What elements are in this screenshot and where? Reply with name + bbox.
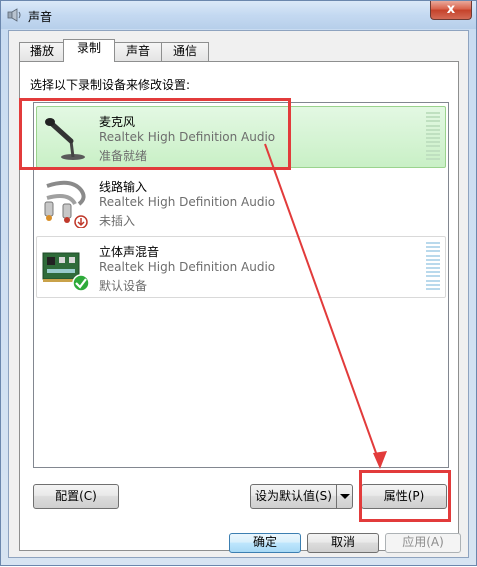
level-meter — [426, 242, 440, 290]
device-name: 线路输入 — [99, 180, 148, 194]
tab-recording[interactable]: 录制 — [63, 39, 115, 62]
sound-card-icon — [42, 252, 90, 292]
configure-button[interactable]: 配置(C) — [33, 484, 119, 509]
close-button[interactable]: x — [430, 1, 472, 20]
device-name: 麦克风 — [99, 115, 136, 129]
recording-tab-pane: 选择以下录制设备来修改设置: 麦克风 Realtek High Definiti… — [19, 61, 459, 551]
device-status: 未插入 — [99, 214, 136, 228]
window-title: 声音 — [28, 10, 53, 24]
device-item-stereo-mix[interactable]: 立体声混音 Realtek High Definition Audio 默认设备 — [36, 236, 446, 298]
recording-device-list[interactable]: 麦克风 Realtek High Definition Audio 准备就绪 线… — [33, 102, 449, 468]
dialog-content: 播放 录制 声音 通信 选择以下录制设备来修改设置: 麦克风 Realtek H… — [8, 30, 469, 558]
device-name: 立体声混音 — [99, 245, 160, 259]
chevron-down-icon[interactable] — [336, 485, 352, 508]
sound-dialog-window: 声音 x 播放 录制 声音 通信 选择以下录制设备来修改设置: 麦克风 Real… — [0, 0, 477, 566]
tab-label: 声音 — [125, 44, 150, 58]
button-label: 应用(A) — [402, 535, 444, 549]
apply-button[interactable]: 应用(A) — [385, 533, 461, 553]
device-driver: Realtek High Definition Audio — [99, 260, 276, 274]
device-item-line-in[interactable]: 线路输入 Realtek High Definition Audio 未插入 — [36, 171, 446, 233]
device-status: 准备就绪 — [99, 149, 148, 163]
tab-label: 通信 — [172, 44, 197, 58]
device-driver: Realtek High Definition Audio — [99, 195, 276, 209]
device-item-microphone[interactable]: 麦克风 Realtek High Definition Audio 准备就绪 — [36, 106, 446, 168]
close-icon: x — [446, 2, 456, 17]
tab-label: 录制 — [76, 41, 101, 55]
device-driver: Realtek High Definition Audio — [99, 130, 276, 144]
title-bar[interactable]: 声音 x — [1, 1, 476, 29]
cancel-button[interactable]: 取消 — [307, 533, 379, 553]
instruction-text: 选择以下录制设备来修改设置: — [30, 78, 191, 92]
button-label: 属性(P) — [383, 489, 425, 503]
ok-button[interactable]: 确定 — [229, 533, 301, 553]
speaker-icon — [7, 8, 21, 22]
tab-communications[interactable]: 通信 — [161, 42, 209, 61]
device-status: 默认设备 — [99, 279, 148, 293]
line-in-cable-icon — [44, 180, 88, 228]
properties-button[interactable]: 属性(P) — [361, 484, 447, 509]
level-meter — [426, 112, 440, 160]
button-label: 取消 — [330, 535, 355, 549]
tab-playback[interactable]: 播放 — [19, 42, 65, 61]
set-default-button[interactable]: 设为默认值(S) — [250, 484, 353, 509]
button-label: 确定 — [252, 535, 277, 549]
tab-label: 播放 — [29, 44, 54, 58]
button-label: 配置(C) — [55, 489, 97, 503]
microphone-icon — [45, 118, 85, 160]
tab-sounds[interactable]: 声音 — [114, 42, 162, 61]
button-label: 设为默认值(S) — [255, 489, 332, 503]
